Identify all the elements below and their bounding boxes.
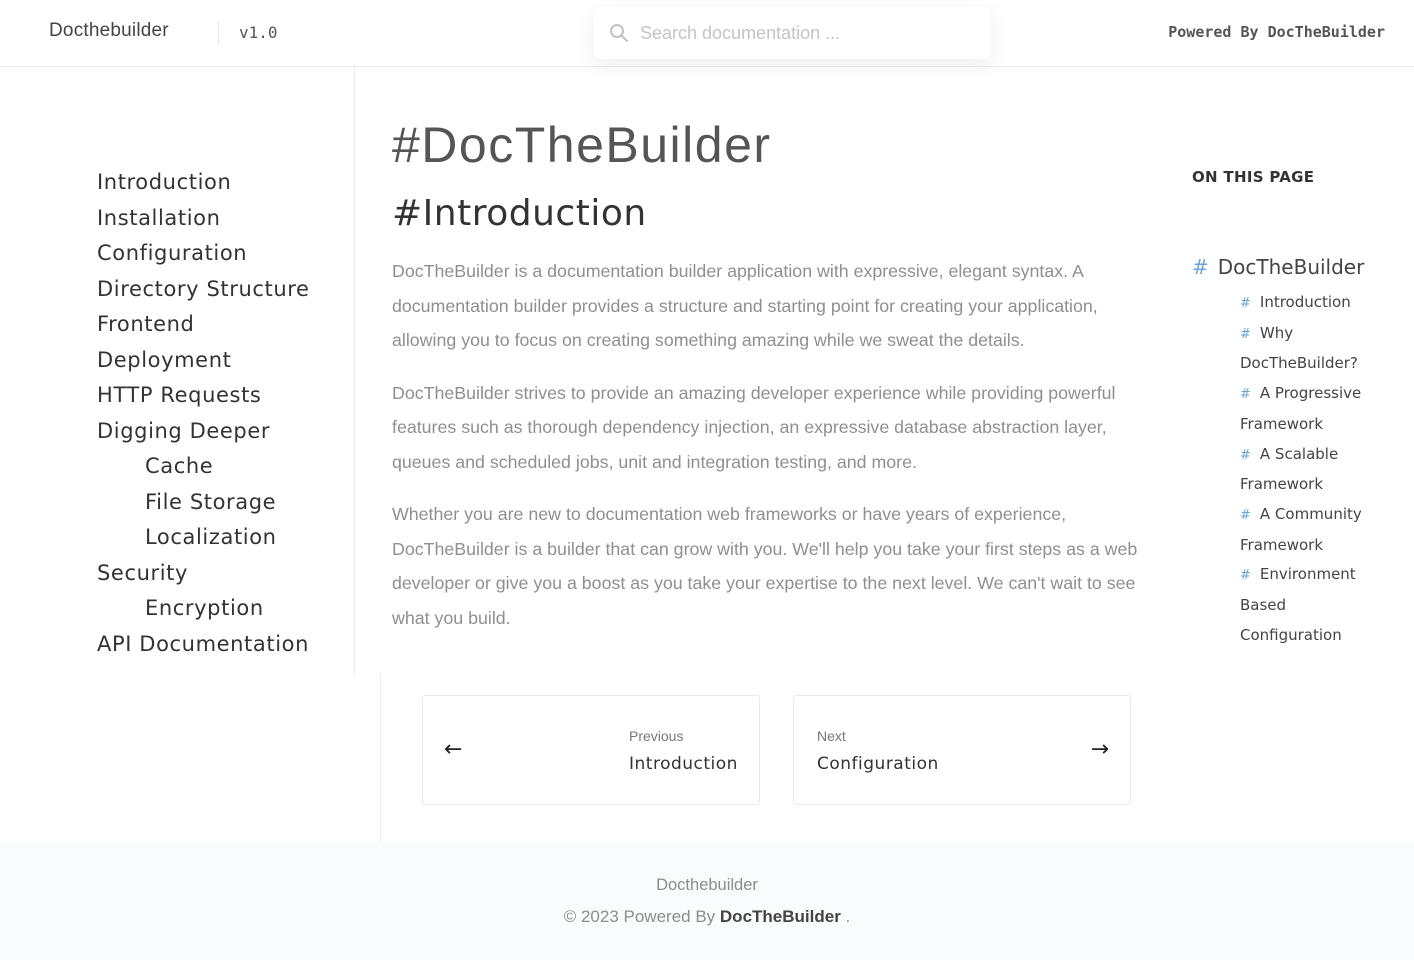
sidebar-item-installation[interactable]: Installation — [97, 201, 310, 237]
next-caption: Next — [817, 728, 846, 744]
sidebar-item-frontend[interactable]: Frontend — [97, 307, 310, 343]
footer-brand: Docthebuilder — [656, 876, 758, 894]
paragraph-2: DocTheBuilder strives to provide an amaz… — [392, 382, 1116, 472]
sidebar-item-configuration[interactable]: Configuration — [97, 236, 310, 272]
version-label: v1.0 — [239, 23, 278, 42]
hash-icon: # — [1192, 255, 1209, 279]
toc-item-introduction[interactable]: # Introduction — [1240, 288, 1392, 319]
search-box[interactable] — [594, 7, 991, 59]
sidebar-item-encryption[interactable]: Encryption — [97, 591, 310, 627]
powered-by-label: Powered By DocTheBuilder — [1168, 23, 1385, 41]
footer: Docthebuilder © 2023 Powered By DocTheBu… — [0, 842, 1414, 960]
sidebar-item-http-requests[interactable]: HTTP Requests — [97, 378, 310, 414]
search-input[interactable] — [640, 17, 970, 49]
sidebar-item-api-documentation[interactable]: API Documentation — [97, 627, 310, 663]
toc-item-why[interactable]: # Why DocTheBuilder? — [1240, 319, 1392, 379]
footer-brand-link[interactable]: DocTheBuilder — [720, 907, 841, 926]
site-brand[interactable]: Docthebuilder — [49, 20, 169, 42]
toc-item-environment[interactable]: # Environment Based Configuration — [1240, 560, 1392, 650]
sidebar-nav: Introduction Installation Configuration … — [97, 165, 310, 662]
sidebar-item-digging-deeper[interactable]: Digging Deeper — [97, 414, 310, 450]
page-title: #DocTheBuilder — [392, 117, 772, 173]
toc-item-label: Environment Based Configuration — [1240, 565, 1356, 644]
search-icon — [610, 24, 628, 42]
sidebar-item-cache[interactable]: Cache — [97, 449, 310, 485]
hash-icon: # — [1240, 568, 1251, 584]
paragraph-3: Whether you are new to documentation web… — [392, 504, 1138, 628]
toc-heading: ON THIS PAGE — [1192, 168, 1315, 186]
hash-icon: # — [1240, 326, 1251, 342]
toc-item-label: Introduction — [1259, 293, 1351, 311]
toc-item-community[interactable]: # A Community Framework — [1240, 500, 1392, 560]
on-this-page-toc: ON THIS PAGE # DocTheBuilder # Introductio… — [1192, 166, 1392, 650]
sidebar-item-introduction[interactable]: Introduction — [97, 165, 310, 201]
sidebar-item-directory-structure[interactable]: Directory Structure — [97, 272, 310, 308]
toc-item-scalable[interactable]: # A Scalable Framework — [1240, 440, 1392, 500]
arrow-left-icon: ← — [444, 737, 463, 762]
toc-item-label: A Community Framework — [1240, 504, 1362, 554]
section-title: #Introduction — [392, 193, 647, 234]
pagination: ← Previous Introduction Next Configurati… — [380, 675, 1414, 842]
hash-icon: # — [1240, 387, 1251, 403]
toc-root-label: DocTheBuilder — [1217, 255, 1365, 279]
footer-copy-suffix: . — [845, 907, 851, 926]
sidebar-item-file-storage[interactable]: File Storage — [97, 485, 310, 521]
next-page-button[interactable]: Next Configuration → — [793, 695, 1131, 805]
main-content: #DocTheBuilder #Introduction DocTheBuild… — [392, 110, 1162, 635]
next-title: Configuration — [817, 754, 939, 774]
toc-item-progressive[interactable]: # A Progressive Framework — [1240, 379, 1392, 439]
sidebar-item-security[interactable]: Security — [97, 556, 310, 592]
arrow-right-icon: → — [1090, 737, 1109, 762]
sidebar-item-deployment[interactable]: Deployment — [97, 343, 310, 379]
toc-item-label: A Progressive Framework — [1240, 384, 1362, 433]
sidebar-item-localization[interactable]: Localization — [97, 520, 310, 556]
hash-icon: # — [1240, 507, 1251, 523]
sidebar: Introduction Installation Configuration … — [0, 67, 355, 675]
footer-copy-prefix: © 2023 Powered By — [563, 907, 716, 926]
hash-icon: # — [1240, 296, 1251, 311]
previous-page-button[interactable]: ← Previous Introduction — [422, 695, 760, 805]
paragraph-1: DocTheBuilder is a documentation builder… — [392, 261, 1098, 350]
previous-caption: Previous — [629, 728, 684, 744]
toc-item-label: Why DocTheBuilder? — [1240, 323, 1358, 373]
toc-item-root[interactable]: # DocTheBuilder — [1192, 254, 1392, 280]
brand-divider — [218, 22, 219, 44]
previous-title: Introduction — [629, 754, 738, 774]
top-header: Docthebuilder v1.0 Powered By DocTheBuil… — [0, 0, 1414, 67]
footer-copyright: © 2023 Powered By DocTheBuilder . — [0, 907, 1414, 927]
toc-item-label: A Scalable Framework — [1240, 444, 1339, 494]
toc-list: # Introduction # Why DocTheBuilder? # A Pro… — [1192, 288, 1392, 650]
hash-icon: # — [1240, 447, 1251, 463]
